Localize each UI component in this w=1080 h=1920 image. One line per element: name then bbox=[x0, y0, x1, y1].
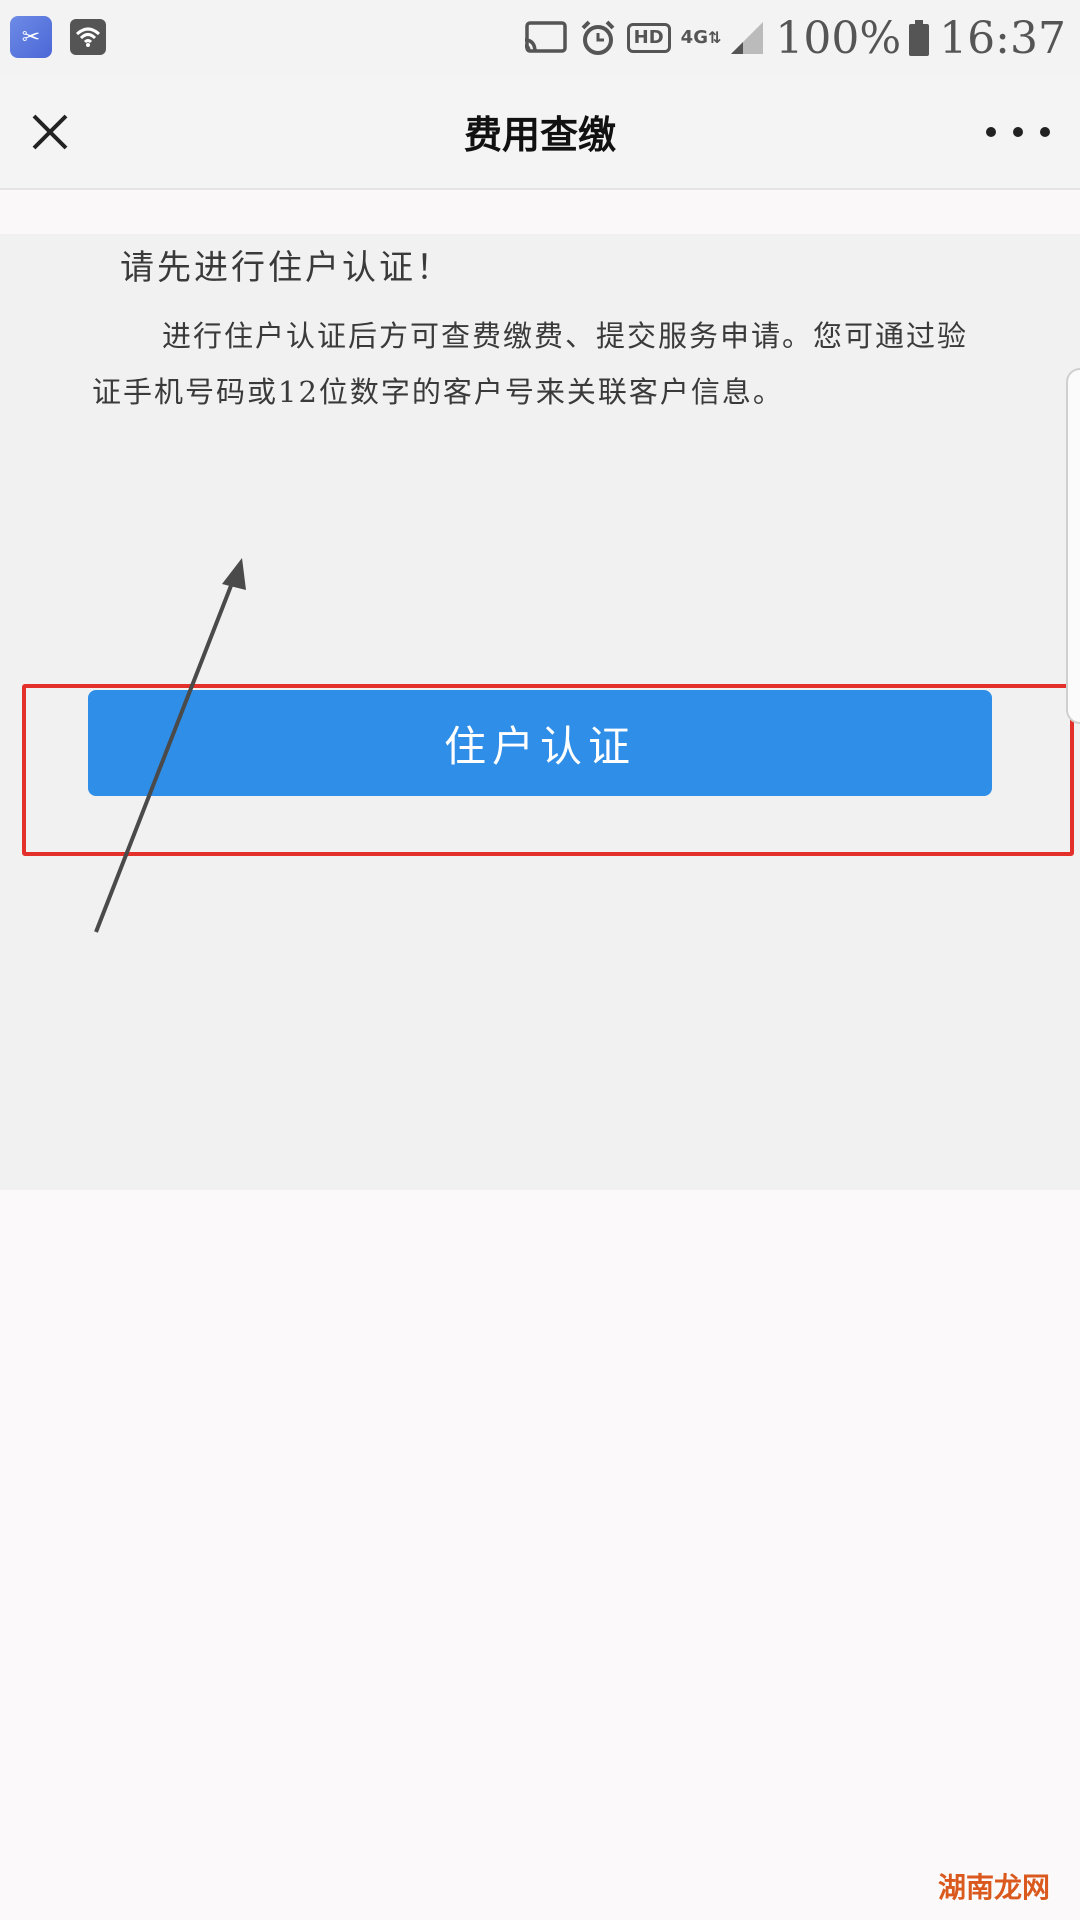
battery-icon bbox=[909, 20, 930, 56]
watermark: 湖南龙网 bbox=[937, 1871, 1050, 1904]
wifi-icon bbox=[70, 19, 106, 55]
battery-percent: 100% bbox=[775, 12, 902, 64]
hd-icon: HD bbox=[626, 23, 671, 53]
notice-title: 请先进行住户认证！ bbox=[120, 248, 453, 288]
4g-icon: 4G ⇅ bbox=[680, 27, 722, 48]
cast-icon bbox=[523, 20, 569, 56]
notice-body: 进行住户认证后方可查费缴费、提交服务申请。您可通过验证手机号码或12位数字的客户… bbox=[92, 319, 969, 409]
more-button[interactable] bbox=[986, 114, 1050, 150]
title-bar: 费用查缴 bbox=[0, 76, 1080, 190]
page-title: 费用查缴 bbox=[463, 113, 616, 157]
top-spacer bbox=[0, 192, 1080, 234]
status-bar: ✂ HD 4G ⇅ 100% 16:37 bbox=[0, 0, 1080, 76]
side-drawer-handle[interactable] bbox=[1066, 368, 1080, 724]
clock: 16:37 bbox=[939, 12, 1066, 64]
more-icon-dot bbox=[1013, 127, 1023, 137]
signal-icon bbox=[729, 20, 765, 56]
more-icon-dot bbox=[1040, 127, 1050, 137]
status-bar-right: HD 4G ⇅ 100% 16:37 bbox=[513, 8, 1066, 68]
alarm-icon bbox=[579, 19, 617, 57]
resident-verification-button[interactable]: 住户认证 bbox=[88, 690, 992, 796]
network-label: 4G bbox=[680, 27, 708, 48]
status-bar-left: ✂ bbox=[10, 14, 106, 60]
more-icon bbox=[986, 127, 996, 137]
main-content: 请先进行住户认证！ 进行住户认证后方可查费缴费、提交服务申请。您可通过验证手机号… bbox=[0, 234, 1080, 1190]
app-icon: ✂ bbox=[10, 16, 52, 58]
